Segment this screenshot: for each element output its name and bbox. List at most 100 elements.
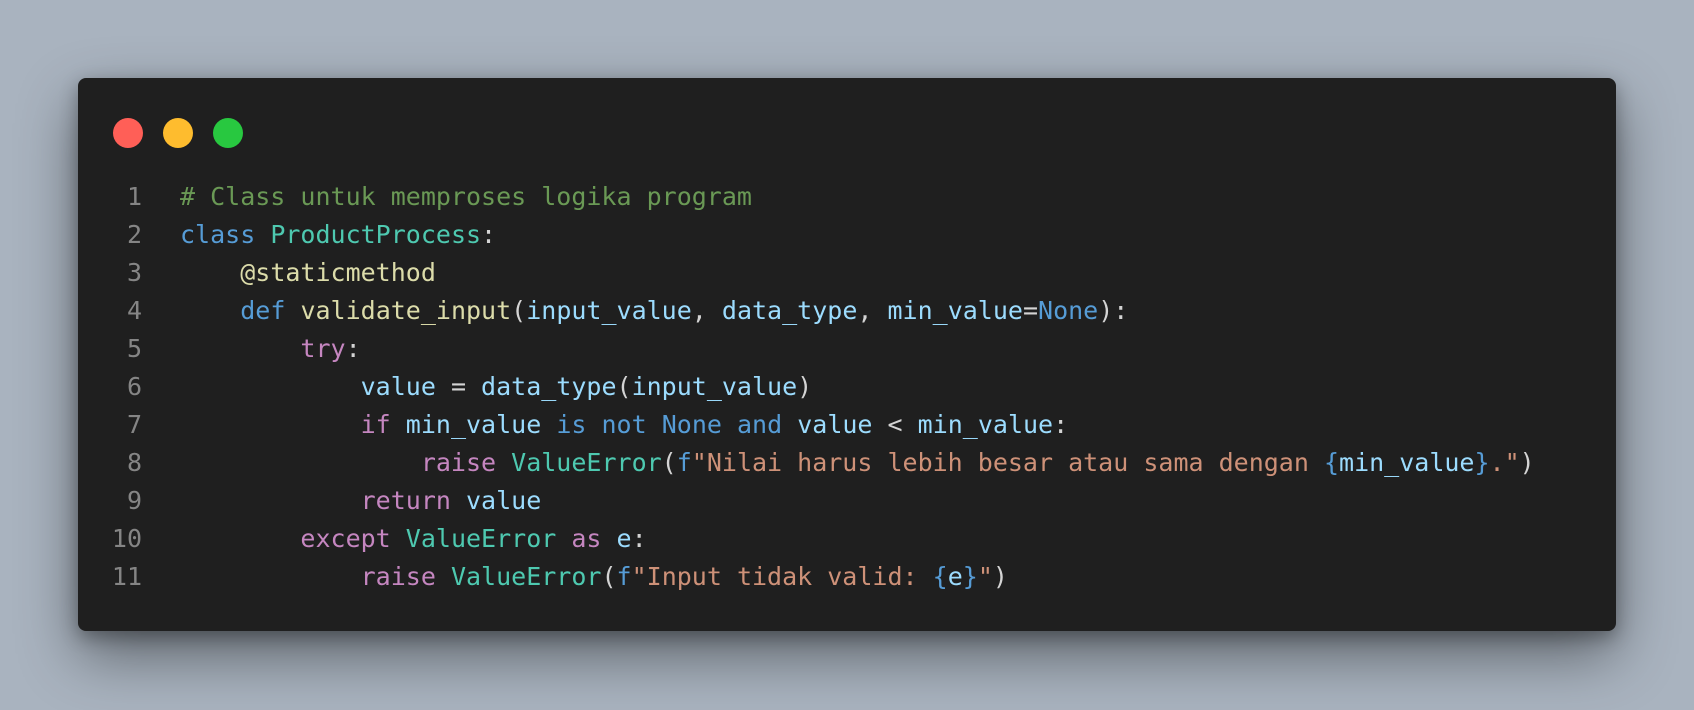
code-token: e bbox=[616, 524, 632, 553]
code-token: : bbox=[1053, 410, 1069, 439]
code-token: input_value bbox=[526, 296, 692, 325]
code-block: 1 # Class untuk memproses logika program 2… bbox=[78, 178, 1616, 596]
code-line: 8 raise ValueError(f"Nilai harus lebih b… bbox=[78, 444, 1616, 482]
code-token: try bbox=[300, 334, 346, 363]
code-token: f bbox=[616, 562, 632, 591]
code-line: 5 try: bbox=[78, 330, 1616, 368]
code-line: 9 return value bbox=[78, 482, 1616, 520]
code-token: value bbox=[466, 486, 542, 515]
line-number: 1 bbox=[126, 182, 142, 211]
code-text: @staticmethod bbox=[180, 254, 436, 292]
code-text: # Class untuk memproses logika program bbox=[180, 178, 752, 216]
code-token: : bbox=[631, 524, 647, 553]
code-token: f bbox=[676, 448, 692, 477]
code-text: except ValueError as e: bbox=[180, 520, 647, 558]
code-token: } bbox=[1474, 448, 1490, 477]
code-token: min_value bbox=[887, 296, 1023, 325]
code-token: is bbox=[556, 410, 587, 439]
code-line: 2 class ProductProcess: bbox=[78, 216, 1616, 254]
code-token: as bbox=[571, 524, 602, 553]
code-token: ) bbox=[797, 372, 813, 401]
code-text: if min_value is not None and value < min… bbox=[180, 406, 1069, 444]
code-token: return bbox=[360, 486, 451, 515]
code-token: min_value bbox=[405, 410, 542, 439]
code-line: 3 @staticmethod bbox=[78, 254, 1616, 292]
minimize-dot-icon[interactable] bbox=[163, 118, 193, 148]
line-number: 7 bbox=[126, 410, 142, 439]
code-token: data_type bbox=[481, 372, 617, 401]
code-token: ValueError bbox=[511, 448, 662, 477]
code-token: min_value bbox=[917, 410, 1054, 439]
code-token: = bbox=[1022, 296, 1039, 325]
code-token: None bbox=[1038, 296, 1099, 325]
code-token: and bbox=[737, 410, 783, 439]
code-token: raise bbox=[360, 562, 436, 591]
code-token: e bbox=[947, 562, 963, 591]
code-token: None bbox=[661, 410, 722, 439]
code-line: 10 except ValueError as e: bbox=[78, 520, 1616, 558]
code-token: = bbox=[435, 372, 482, 401]
code-window: 1 # Class untuk memproses logika program 2… bbox=[78, 78, 1616, 631]
code-token: not bbox=[601, 410, 647, 439]
code-token: ): bbox=[1098, 296, 1129, 325]
code-token: : bbox=[481, 220, 497, 249]
code-token: { bbox=[932, 562, 948, 591]
code-text: return value bbox=[180, 482, 542, 520]
code-token: value bbox=[360, 372, 436, 401]
code-token: @staticmethod bbox=[240, 258, 436, 287]
code-token: , bbox=[857, 296, 888, 325]
code-token: ." bbox=[1489, 448, 1520, 477]
code-text: raise ValueError(f"Input tidak valid: {e… bbox=[180, 558, 1008, 596]
code-token: : bbox=[345, 334, 361, 363]
code-token: data_type bbox=[721, 296, 858, 325]
code-token: " bbox=[977, 562, 993, 591]
maximize-dot-icon[interactable] bbox=[213, 118, 243, 148]
code-token: ( bbox=[601, 562, 617, 591]
code-token: def bbox=[240, 296, 286, 325]
code-token: ) bbox=[1519, 448, 1535, 477]
line-number: 4 bbox=[126, 296, 142, 325]
line-number: 6 bbox=[126, 372, 142, 401]
code-token: ) bbox=[992, 562, 1008, 591]
code-text: def validate_input(input_value, data_typ… bbox=[180, 292, 1128, 330]
line-number: 8 bbox=[126, 448, 142, 477]
code-token: < bbox=[872, 410, 918, 439]
line-number: 11 bbox=[111, 562, 142, 591]
close-dot-icon[interactable] bbox=[113, 118, 143, 148]
code-token: input_value bbox=[631, 372, 798, 401]
code-token: value bbox=[797, 410, 873, 439]
code-token: ( bbox=[661, 448, 677, 477]
line-number: 2 bbox=[126, 220, 142, 249]
code-token: } bbox=[962, 562, 978, 591]
line-number: 3 bbox=[126, 258, 142, 287]
line-number: 9 bbox=[126, 486, 142, 515]
code-token: # Class untuk memproses logika program bbox=[180, 182, 752, 211]
code-token: class bbox=[180, 220, 256, 249]
code-token: "Nilai harus lebih besar atau sama denga… bbox=[691, 448, 1324, 477]
code-text: value = data_type(input_value) bbox=[180, 368, 813, 406]
code-token: ValueError bbox=[450, 562, 602, 591]
code-token: validate_input bbox=[300, 296, 512, 325]
code-line: 7 if min_value is not None and value < m… bbox=[78, 406, 1616, 444]
code-text: try: bbox=[180, 330, 361, 368]
code-line: 4 def validate_input(input_value, data_t… bbox=[78, 292, 1616, 330]
